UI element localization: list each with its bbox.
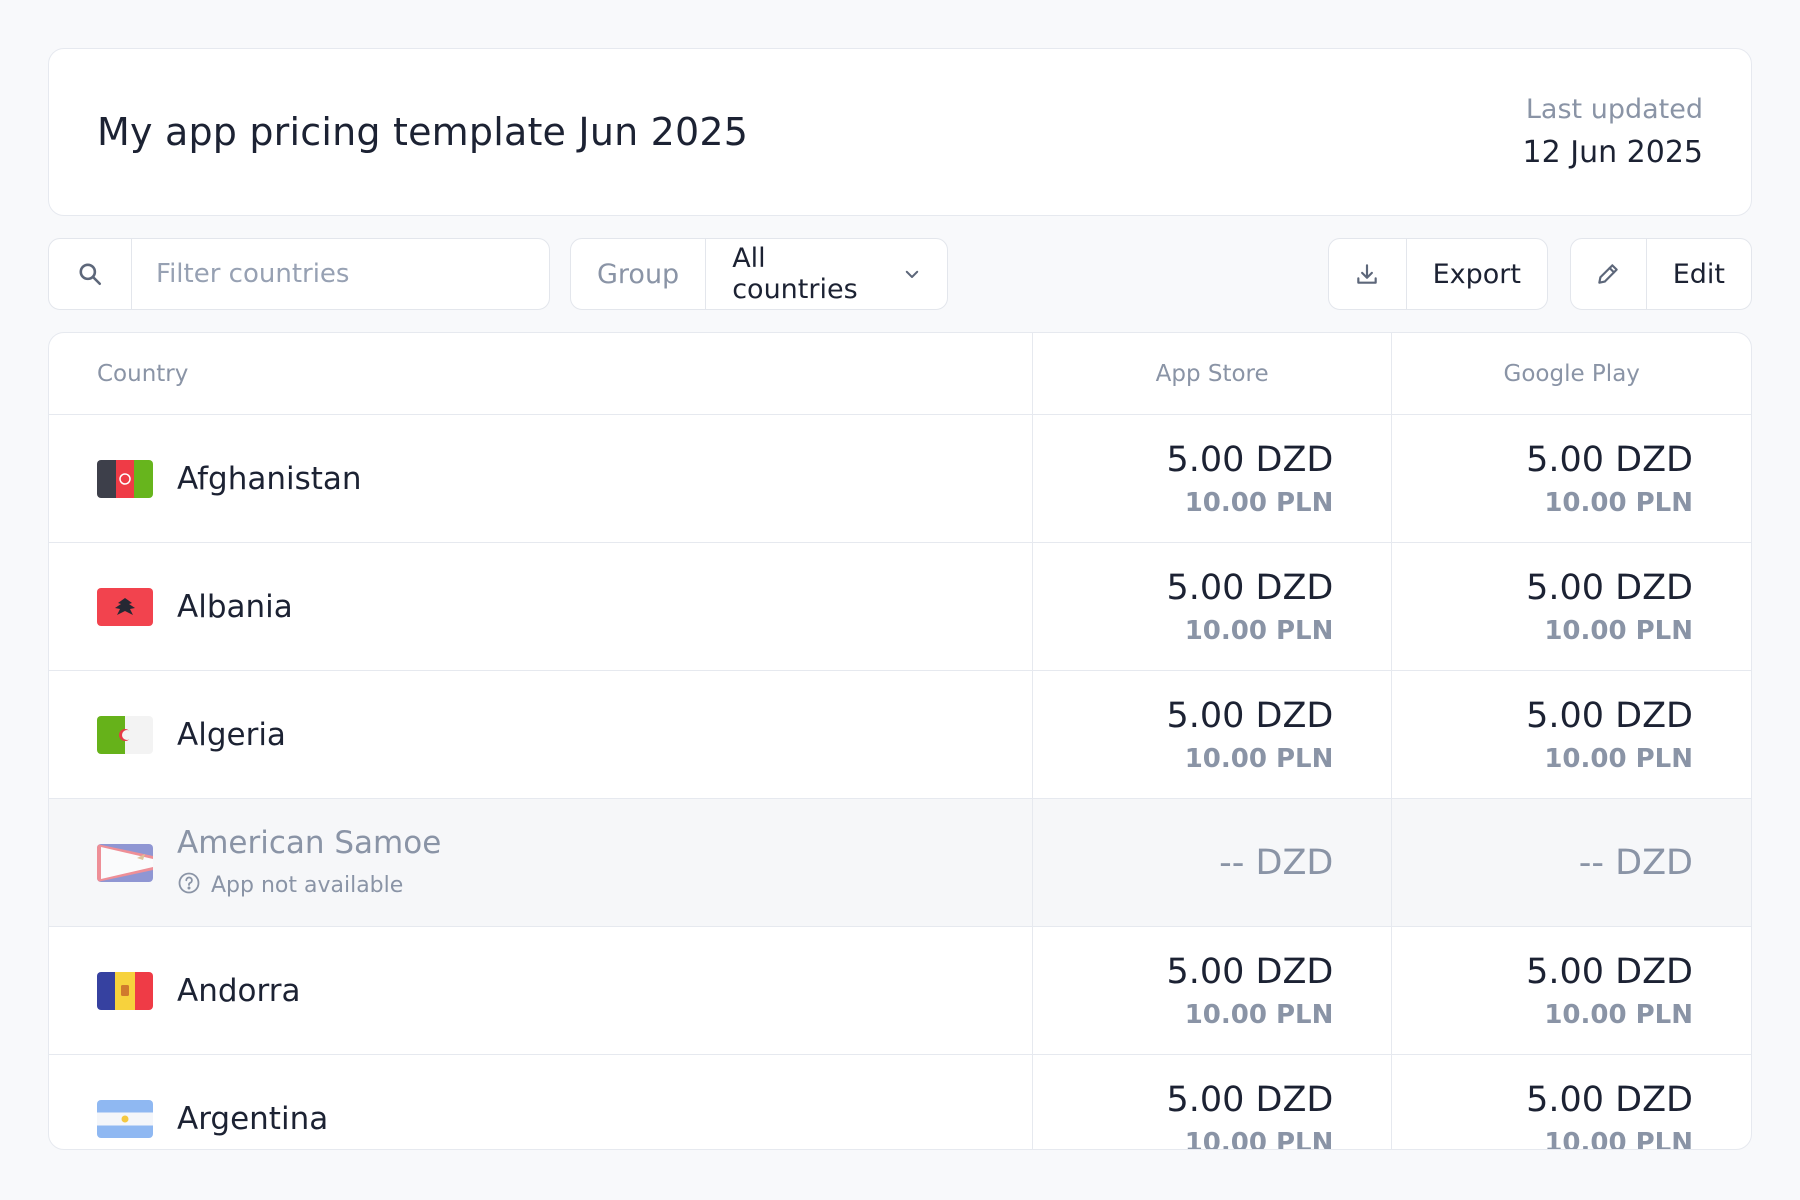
table-header: Country App Store Google Play: [49, 333, 1751, 415]
country-cell: Afghanistan: [49, 415, 1032, 542]
price-main: 5.00 DZD: [1526, 695, 1693, 736]
column-header-google-play: Google Play: [1391, 333, 1751, 414]
search-icon: [49, 239, 131, 309]
price-main: 5.00 DZD: [1526, 951, 1693, 992]
price-sub: 10.00 PLN: [1544, 615, 1693, 646]
export-button-label: Export: [1405, 239, 1547, 309]
download-icon: [1329, 239, 1406, 309]
group-select[interactable]: All countries: [705, 239, 947, 309]
price-sub: 10.00 PLN: [1184, 1127, 1334, 1150]
country-cell: American Samoe App not available: [49, 799, 1032, 926]
search-input[interactable]: [132, 259, 549, 289]
last-updated: Last updated 12 Jun 2025: [1523, 94, 1703, 170]
price-sub: 10.00 PLN: [1184, 999, 1334, 1030]
help-circle-icon[interactable]: [177, 871, 201, 901]
toolbar: Group All countries Export Edit: [48, 238, 1752, 310]
pricing-template-page: My app pricing template Jun 2025 Last up…: [48, 48, 1752, 1150]
price-main: 5.00 DZD: [1526, 1079, 1693, 1120]
country-name: Afghanistan: [177, 460, 362, 497]
price-unavailable: -- DZD: [1578, 842, 1693, 883]
price-main: 5.00 DZD: [1166, 439, 1334, 480]
country-info: American Samoe App not available: [177, 825, 441, 901]
table-row-unavailable[interactable]: American Samoe App not available -- DZD …: [49, 799, 1751, 927]
chevron-down-icon: [903, 259, 921, 290]
price-main: 5.00 DZD: [1526, 567, 1693, 608]
country-cell: Argentina: [49, 1055, 1032, 1149]
edit-button-label: Edit: [1645, 239, 1751, 309]
price-main: 5.00 DZD: [1526, 439, 1693, 480]
price-sub: 10.00 PLN: [1184, 743, 1334, 774]
pricing-table: Country App Store Google Play Afghanista…: [48, 332, 1752, 1150]
export-button[interactable]: Export: [1328, 238, 1548, 310]
price-main: 5.00 DZD: [1166, 567, 1334, 608]
table-row[interactable]: Afghanistan 5.00 DZD 10.00 PLN 5.00 DZD …: [49, 415, 1751, 543]
pencil-icon: [1571, 239, 1646, 309]
price-sub: 10.00 PLN: [1544, 999, 1693, 1030]
af-flag-icon: [97, 459, 153, 498]
app-store-price-cell: 5.00 DZD 10.00 PLN: [1031, 671, 1392, 798]
price-sub: 10.00 PLN: [1544, 487, 1693, 518]
table-row[interactable]: Algeria 5.00 DZD 10.00 PLN 5.00 DZD 10.0…: [49, 671, 1751, 799]
country-name: American Samoe: [177, 824, 442, 861]
column-header-country: Country: [97, 360, 189, 387]
country-name: Albania: [177, 588, 293, 625]
country-name: Algeria: [177, 716, 286, 753]
country-cell: Albania: [49, 543, 1032, 670]
table-row[interactable]: Argentina 5.00 DZD 10.00 PLN 5.00 DZD 10…: [49, 1055, 1751, 1150]
page-title: My app pricing template Jun 2025: [97, 110, 749, 154]
ar-flag-icon: [97, 1099, 153, 1138]
column-header-app-store: App Store: [1031, 333, 1392, 414]
group-filter: Group All countries: [570, 238, 948, 310]
ad-flag-icon: [97, 971, 153, 1010]
app-store-price-cell: 5.00 DZD 10.00 PLN: [1031, 927, 1392, 1054]
price-sub: 10.00 PLN: [1544, 1127, 1693, 1150]
table-row[interactable]: Andorra 5.00 DZD 10.00 PLN 5.00 DZD 10.0…: [49, 927, 1751, 1055]
app-store-price-cell: 5.00 DZD 10.00 PLN: [1031, 1055, 1392, 1150]
country-cell: Andorra: [49, 927, 1032, 1054]
price-unavailable: -- DZD: [1219, 842, 1334, 883]
google-play-price-cell: 5.00 DZD 10.00 PLN: [1391, 671, 1751, 798]
last-updated-label: Last updated: [1525, 94, 1703, 125]
price-main: 5.00 DZD: [1166, 695, 1334, 736]
price-sub: 10.00 PLN: [1544, 743, 1693, 774]
search-field-wrap: [131, 239, 549, 309]
google-play-price-cell: -- DZD: [1391, 799, 1751, 926]
price-sub: 10.00 PLN: [1184, 487, 1334, 518]
availability-note: App not available: [177, 871, 441, 901]
availability-note-text: App not available: [211, 873, 404, 898]
price-sub: 10.00 PLN: [1184, 615, 1334, 646]
last-updated-value: 12 Jun 2025: [1522, 135, 1703, 170]
as-flag-icon: [97, 843, 153, 882]
app-store-price-cell: 5.00 DZD 10.00 PLN: [1031, 415, 1392, 542]
google-play-price-cell: 5.00 DZD 10.00 PLN: [1391, 927, 1751, 1054]
al-flag-icon: [97, 587, 153, 626]
country-cell: Algeria: [49, 671, 1032, 798]
app-store-price-cell: -- DZD: [1031, 799, 1392, 926]
search-box: [48, 238, 550, 310]
edit-button[interactable]: Edit: [1570, 238, 1752, 310]
dz-flag-icon: [97, 715, 153, 754]
table-row[interactable]: Albania 5.00 DZD 10.00 PLN 5.00 DZD 10.0…: [49, 543, 1751, 671]
header-card: My app pricing template Jun 2025 Last up…: [48, 48, 1752, 216]
price-main: 5.00 DZD: [1166, 951, 1334, 992]
price-main: 5.00 DZD: [1166, 1079, 1334, 1120]
country-name: Argentina: [177, 1100, 329, 1137]
app-store-price-cell: 5.00 DZD 10.00 PLN: [1031, 543, 1392, 670]
country-name: Andorra: [177, 972, 301, 1009]
group-label: Group: [597, 258, 680, 290]
google-play-price-cell: 5.00 DZD 10.00 PLN: [1391, 1055, 1751, 1150]
google-play-price-cell: 5.00 DZD 10.00 PLN: [1391, 543, 1751, 670]
group-select-value: All countries: [732, 243, 858, 305]
google-play-price-cell: 5.00 DZD 10.00 PLN: [1391, 415, 1751, 542]
